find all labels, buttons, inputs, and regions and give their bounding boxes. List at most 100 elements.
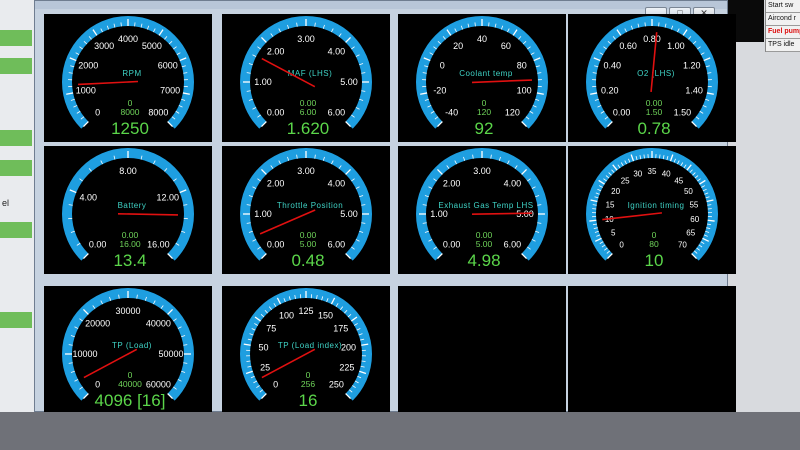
gauges-window: _ □ ✕ 0 1000 2000 3000 4000 5000 6000 7000 8000 R… — [34, 0, 736, 414]
gauge-needle — [471, 212, 533, 215]
scale-label: 50000 — [158, 349, 183, 359]
gauge-current-value: 16 — [299, 391, 318, 410]
scale-label: -20 — [433, 85, 446, 95]
scale-label: 6.00 — [328, 239, 346, 249]
scale-label: 0.80 — [643, 34, 661, 44]
scale-label: 70 — [678, 240, 687, 249]
gauge-max-value: 6.00 — [300, 107, 317, 117]
scale-label: 3.00 — [297, 166, 315, 176]
scale-label: 1.20 — [683, 61, 701, 71]
left-strip-item[interactable] — [0, 130, 32, 146]
scale-label: 75 — [266, 324, 276, 334]
scale-label: 100 — [279, 311, 294, 321]
left-strip-item[interactable] — [0, 30, 32, 46]
status-row-alert[interactable]: Fuel pump — [766, 26, 800, 39]
title-bar[interactable] — [35, 1, 727, 9]
gauge-label: TP (Load) — [112, 341, 152, 350]
scale-label: 3.00 — [297, 34, 315, 44]
scale-label: 25 — [260, 362, 270, 372]
scale-label: 60000 — [146, 379, 171, 389]
gauge-dial: 0.004.008.0012.0016.00Battery0.0016.0013… — [62, 148, 194, 270]
scale-label: 15 — [606, 200, 615, 209]
scale-label: 1.00 — [667, 41, 685, 51]
minor-tick — [361, 360, 366, 362]
scale-label: 150 — [318, 311, 333, 321]
left-strip-item[interactable] — [0, 312, 32, 328]
gauge-tile: 0 25 50 75 100 125 150 175 200 225 250 TP (Load ind… — [222, 286, 390, 414]
gauge-dial: 025 50 75100 125 150175 200 225 250 TP (Load ind… — [240, 288, 372, 410]
gauge-label: RPM — [122, 69, 141, 78]
gauge-label: Coolant temp — [459, 69, 513, 78]
gauge-current-value: 92 — [475, 119, 494, 138]
scale-label: 0 — [95, 379, 100, 389]
scale-label: 0.00 — [267, 107, 285, 117]
scale-label: 6000 — [158, 61, 178, 71]
gauge-max-value: 5.00 — [476, 239, 493, 249]
gauge-max-value: 16.00 — [119, 239, 141, 249]
left-strip-item[interactable]: el — [0, 198, 32, 214]
scale-label: 40 — [477, 34, 487, 44]
gauge-current-value: 10 — [645, 251, 664, 270]
minor-tick — [659, 154, 661, 159]
scale-label: 0.40 — [604, 61, 622, 71]
left-strip-item[interactable] — [0, 58, 32, 74]
status-row[interactable]: Start sw — [766, 0, 800, 13]
desktop-bottom — [0, 412, 800, 450]
scale-label: 250 — [329, 379, 344, 389]
scale-label: 1.50 — [674, 107, 692, 117]
gauge-needle — [117, 213, 179, 216]
scale-label: 225 — [339, 362, 354, 372]
gauge-max-value: 256 — [301, 379, 315, 389]
gauge-max-value: 1.50 — [646, 107, 663, 117]
status-row[interactable]: TPS idle — [766, 39, 800, 52]
gauge-label: O2 (LHS) — [637, 69, 675, 78]
scale-label: 4.00 — [328, 179, 346, 189]
scale-label: 30 — [633, 169, 642, 178]
gauge-label: Throttle Position — [277, 201, 343, 210]
gauge-dial: 0 10000 20000 30000 40000 50000 60000 TP (Load)… — [62, 288, 194, 410]
scale-label: 65 — [686, 229, 695, 238]
left-strip-item[interactable] — [0, 222, 32, 238]
left-strip-item[interactable] — [0, 262, 32, 278]
scale-label: 2.00 — [267, 179, 285, 189]
empty-gauge-slot — [568, 286, 736, 414]
scale-label: 0 — [440, 61, 445, 71]
scale-label: 60 — [501, 41, 511, 51]
scale-label: -40 — [445, 107, 458, 117]
gauge-current-value: 0.78 — [637, 119, 670, 138]
gauge-label: Ignition timing — [628, 201, 685, 210]
gauge-tile: 0 10000 20000 30000 40000 50000 60000 TP (Load)… — [44, 286, 212, 414]
scale-label: 6.00 — [328, 107, 346, 117]
scale-label: 16.00 — [147, 239, 170, 249]
gauge-label: TP (Load index) — [278, 341, 342, 350]
scale-label: 12.00 — [156, 193, 179, 203]
scale-label: 55 — [689, 200, 698, 209]
gauge-dial: 05 10 15 202530 35 404550 55 60 65 70 Ignition tim… — [586, 148, 718, 270]
scale-label: 8.00 — [119, 166, 137, 176]
scale-label: 0 — [273, 379, 278, 389]
scale-label: 200 — [341, 342, 356, 352]
scale-label: 0.60 — [619, 41, 637, 51]
gauge-dial: -40-20020406080100120Coolant temp012092 — [416, 16, 548, 138]
scale-label: 3000 — [94, 41, 114, 51]
scale-label: 120 — [505, 107, 520, 117]
scale-label: 175 — [333, 324, 348, 334]
major-tick — [589, 219, 597, 222]
scale-label: 20 — [611, 187, 620, 196]
gauge-tile: -40 -20 0 20 40 60 80 100 120 Coolant temp 0 120 92 — [398, 14, 566, 142]
scale-label: 2.00 — [443, 179, 461, 189]
scale-label: 8000 — [148, 107, 168, 117]
gauge-current-value: 4096 [16] — [95, 391, 166, 410]
scale-label: 25 — [621, 176, 630, 185]
left-strip-item[interactable] — [0, 160, 32, 176]
scale-label: 4.00 — [504, 179, 522, 189]
scale-label: 4.00 — [80, 193, 98, 203]
gauge-dial: 0.00 1.00 2.00 3.00 4.00 5.00 6.00 Throttle Pos… — [240, 148, 372, 270]
scale-label: 60 — [690, 215, 699, 224]
gauge-dial: 0.001.002.003.004.005.006.00MAF (LHS)0.0… — [240, 16, 372, 138]
scale-label: 50 — [684, 187, 693, 196]
status-row[interactable]: Aircond r — [766, 13, 800, 26]
gauge-label: Exhaust Gas Temp LHS — [438, 201, 533, 210]
gauge-tile: 0.00 1.00 2.00 3.00 4.00 5.00 6.00 MAF (LHS) 0.0… — [222, 14, 390, 142]
scale-label: 0 — [95, 107, 100, 117]
